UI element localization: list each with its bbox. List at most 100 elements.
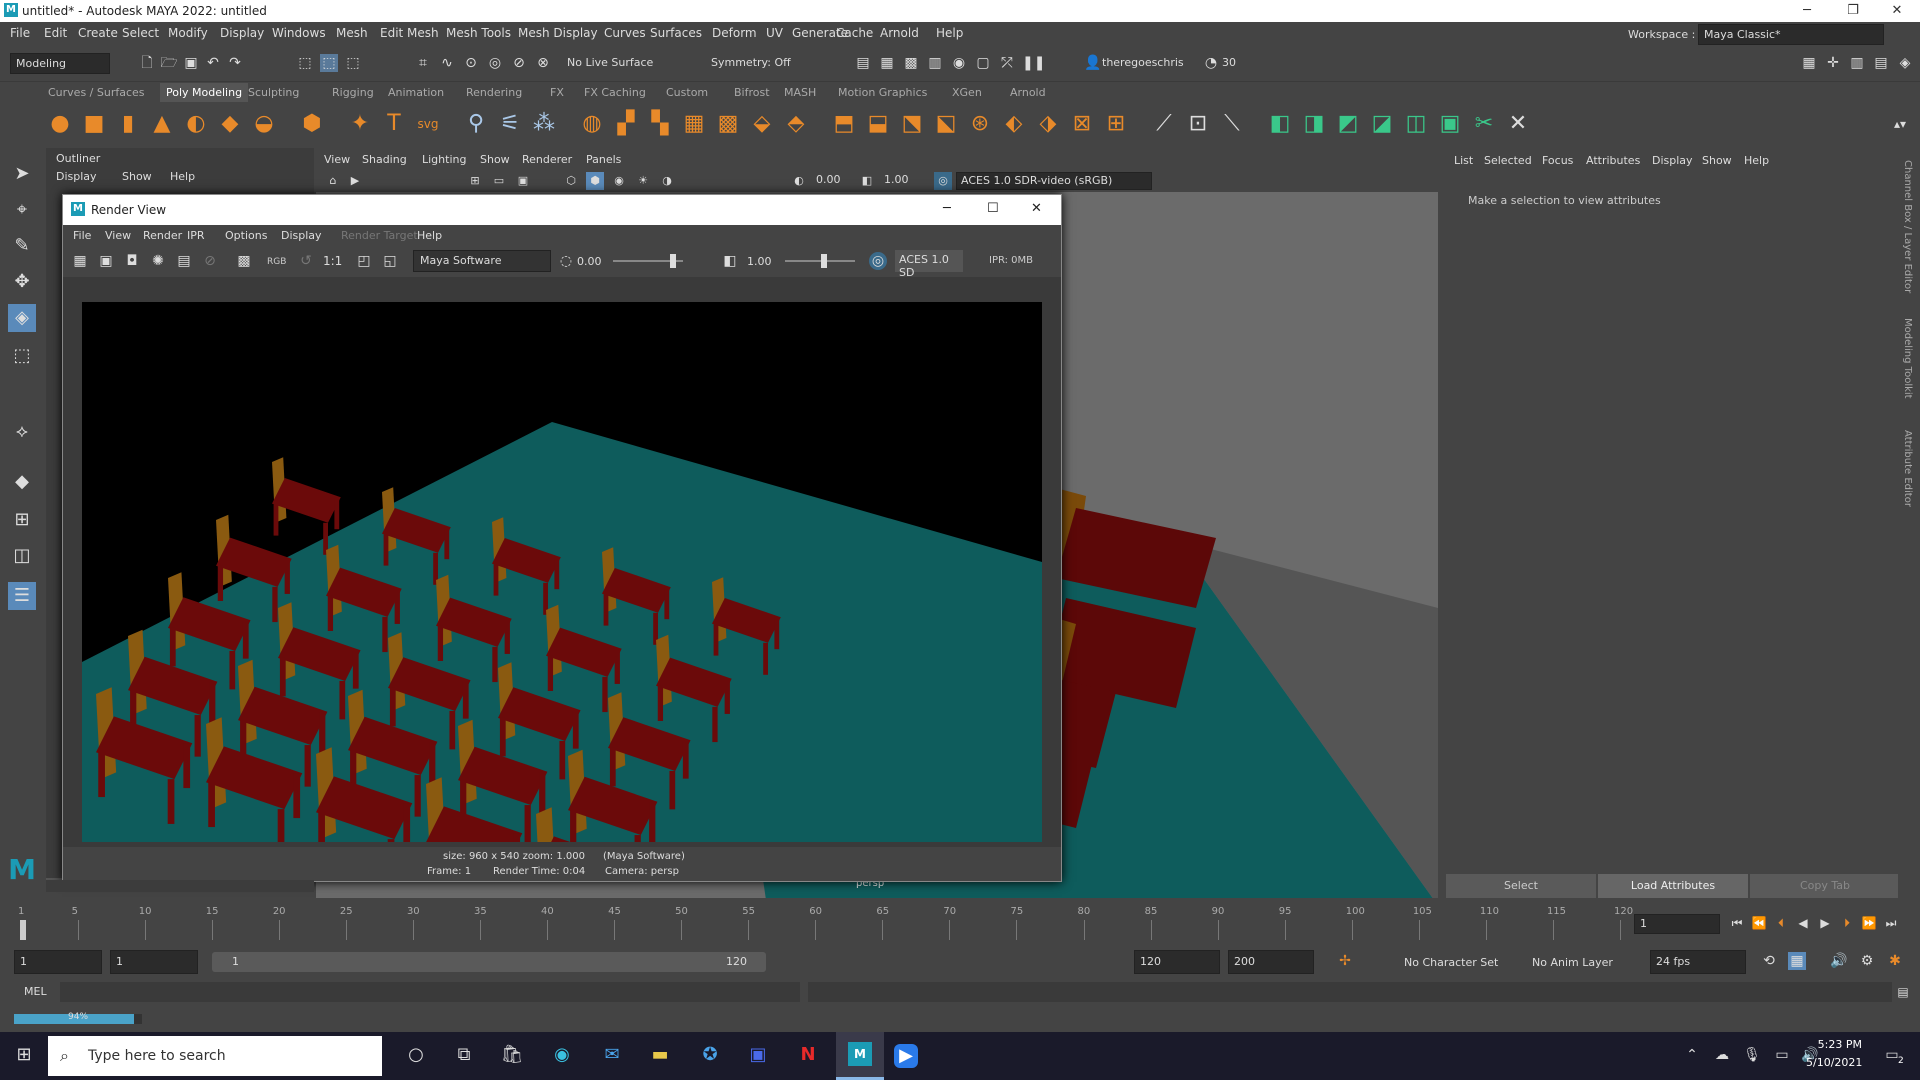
lights-icon[interactable]: ☀ xyxy=(634,172,652,190)
edge-icon[interactable]: ◉ xyxy=(550,1046,574,1064)
gamma-reset-icon[interactable]: ◧ xyxy=(721,252,739,270)
cortana-icon[interactable]: ○ xyxy=(404,1046,428,1064)
viewport-menu-view[interactable]: View xyxy=(324,153,350,166)
auto-uv-icon[interactable]: ◫ xyxy=(1402,110,1430,138)
attr-menu-show[interactable]: Show xyxy=(1702,154,1732,167)
toggle-tool-icon[interactable]: ◈ xyxy=(1896,54,1914,72)
anim-prefs-icon[interactable]: ⚙ xyxy=(1858,952,1876,970)
copy-tab-button[interactable]: Copy Tab xyxy=(1750,874,1900,898)
menu-edit-mesh[interactable]: Edit Mesh xyxy=(380,26,439,40)
merge-icon[interactable]: ⬖ xyxy=(1000,110,1028,138)
fps-select[interactable]: 24 fps xyxy=(1650,950,1746,974)
paint-select-icon[interactable]: ✎ xyxy=(8,232,36,260)
rv-gamma-slider[interactable] xyxy=(785,260,855,262)
menu-uv[interactable]: UV xyxy=(766,26,783,40)
keep-image-icon[interactable]: ▤ xyxy=(175,252,193,270)
rgb-channel-icon[interactable]: ▩ xyxy=(235,252,253,270)
bridge-icon[interactable]: ⬓ xyxy=(864,110,892,138)
spherical-uv-icon[interactable]: ◪ xyxy=(1368,110,1396,138)
command-input[interactable] xyxy=(60,982,800,1002)
platonic-solid-icon[interactable]: ⬢ xyxy=(298,110,326,138)
current-frame-field[interactable]: 1 xyxy=(1634,914,1720,934)
windows-start-icon[interactable]: ⊞ xyxy=(12,1046,36,1064)
taskbar-search[interactable]: ⌕ Type here to search xyxy=(48,1036,382,1076)
snap-grid-icon[interactable]: ⌗ xyxy=(414,54,432,72)
mirror-icon[interactable]: ▩ xyxy=(714,110,742,138)
save-scene-icon[interactable]: ▣ xyxy=(182,54,200,72)
snap-curve-icon[interactable]: ∿ xyxy=(438,54,456,72)
smooth-shade-icon[interactable]: ⬢ xyxy=(586,172,604,190)
undo-icon[interactable]: ↶ xyxy=(204,54,222,72)
poke-icon[interactable]: ⊞ xyxy=(1102,110,1130,138)
rv-gamma-value[interactable]: 1.00 xyxy=(747,255,772,268)
step-forward-key-icon[interactable]: ⏩ xyxy=(1860,914,1878,932)
viewport-colorspace-select[interactable]: ACES 1.0 SDR-video (sRGB) xyxy=(956,172,1152,190)
mel-label[interactable]: MEL xyxy=(24,985,47,998)
menu-create[interactable]: Create xyxy=(78,26,118,40)
menu-mesh-tools[interactable]: Mesh Tools xyxy=(446,26,511,40)
delete-edge-icon[interactable]: ⊠ xyxy=(1068,110,1096,138)
exposure-reset-icon[interactable]: ◌ xyxy=(557,252,575,270)
ipr-render-icon[interactable]: ▩ xyxy=(902,54,920,72)
menu-deform[interactable]: Deform xyxy=(712,26,757,40)
rv-exposure-handle[interactable] xyxy=(670,254,676,268)
outliner-menu-help[interactable]: Help xyxy=(170,170,195,183)
rv-menu-view[interactable]: View xyxy=(105,229,131,242)
rv-menu-render-target[interactable]: Render Target xyxy=(341,229,418,242)
extrude-icon[interactable]: ⬒ xyxy=(830,110,858,138)
move-tool-icon[interactable]: ✥ xyxy=(8,268,36,296)
netflix-icon[interactable]: N xyxy=(796,1046,820,1064)
play-back-icon[interactable]: ◀ xyxy=(1794,914,1812,932)
search-placeholder[interactable]: Type here to search xyxy=(88,1048,226,1064)
attr-menu-selected[interactable]: Selected xyxy=(1484,154,1532,167)
shadows-icon[interactable]: ◑ xyxy=(658,172,676,190)
live-surface-field[interactable]: No Live Surface xyxy=(562,53,672,72)
go-start-icon[interactable]: ⏮ xyxy=(1728,914,1746,932)
poly-plane-icon[interactable]: ◆ xyxy=(216,110,244,138)
shelf-tab-mash[interactable]: MASH xyxy=(784,86,816,99)
arnold-ipr-icon[interactable]: ⤱ xyxy=(998,54,1016,72)
poly-sphere-icon[interactable]: ● xyxy=(46,110,74,138)
mail-icon[interactable]: ✉ xyxy=(600,1046,624,1064)
append-icon[interactable]: ⬕ xyxy=(932,110,960,138)
script-editor-icon[interactable]: ▤ xyxy=(1894,983,1912,1001)
poly-torus-icon[interactable]: ◐ xyxy=(182,110,210,138)
zoom-region-icon[interactable]: ◱ xyxy=(381,252,399,270)
cylindrical-uv-icon[interactable]: ◩ xyxy=(1334,110,1362,138)
rv-color-management-icon[interactable]: ◎ xyxy=(869,252,887,270)
shelf-tab-sculpting[interactable]: Sculpting xyxy=(248,86,299,99)
combine-icon[interactable]: ◍ xyxy=(578,110,606,138)
film-gate-icon[interactable]: ▭ xyxy=(490,172,508,190)
lasso-tool-icon[interactable]: ⌖ xyxy=(8,196,36,224)
camera-select-icon[interactable]: ⌂ xyxy=(324,172,342,190)
restore-button[interactable]: ❐ xyxy=(1830,0,1876,22)
rv-maximize-button[interactable]: ☐ xyxy=(987,201,999,216)
workspace-select[interactable]: Maya Classic* xyxy=(1698,24,1884,45)
app-blue-icon[interactable]: ▣ xyxy=(746,1046,770,1064)
store-icon[interactable]: 🛍 xyxy=(500,1046,524,1064)
scale-tool-icon[interactable]: ⬚ xyxy=(8,342,36,370)
rv-close-button[interactable]: ✕ xyxy=(1031,201,1042,216)
type-tool-icon[interactable]: T xyxy=(380,110,408,138)
cut-uv-icon[interactable]: ✂ xyxy=(1470,110,1498,138)
menu-surfaces[interactable]: Surfaces xyxy=(650,26,702,40)
shelf-tab-fx[interactable]: FX xyxy=(550,86,564,99)
load-attributes-button[interactable]: Load Attributes xyxy=(1598,874,1748,898)
single-view-icon[interactable]: ◆ xyxy=(8,468,36,496)
pause-ipr-icon[interactable]: ❚❚ xyxy=(1022,54,1045,72)
outliner-menu-show[interactable]: Show xyxy=(122,170,152,183)
resolution-gate-icon[interactable]: ▣ xyxy=(514,172,532,190)
hypershade-icon[interactable]: ◉ xyxy=(950,54,968,72)
mic-icon[interactable]: 🎙 xyxy=(1742,1046,1762,1064)
step-back-frame-icon[interactable]: ⏴ xyxy=(1772,914,1790,932)
four-view-icon[interactable]: ⊞ xyxy=(8,506,36,534)
arnold-render-icon[interactable]: ▢ xyxy=(974,54,992,72)
app-compass-icon[interactable]: ✪ xyxy=(698,1046,722,1064)
outliner-hscroll[interactable] xyxy=(46,880,314,892)
select-component-icon[interactable]: ⬚ xyxy=(344,54,362,72)
clock-time[interactable]: 5:23 PM xyxy=(1812,1038,1862,1051)
shelf-tab-motion-graphics[interactable]: Motion Graphics xyxy=(838,86,927,99)
rv-exposure-value[interactable]: 0.00 xyxy=(577,255,602,268)
menu-curves[interactable]: Curves xyxy=(604,26,646,40)
symmetry-field[interactable]: Symmetry: Off xyxy=(706,53,806,72)
